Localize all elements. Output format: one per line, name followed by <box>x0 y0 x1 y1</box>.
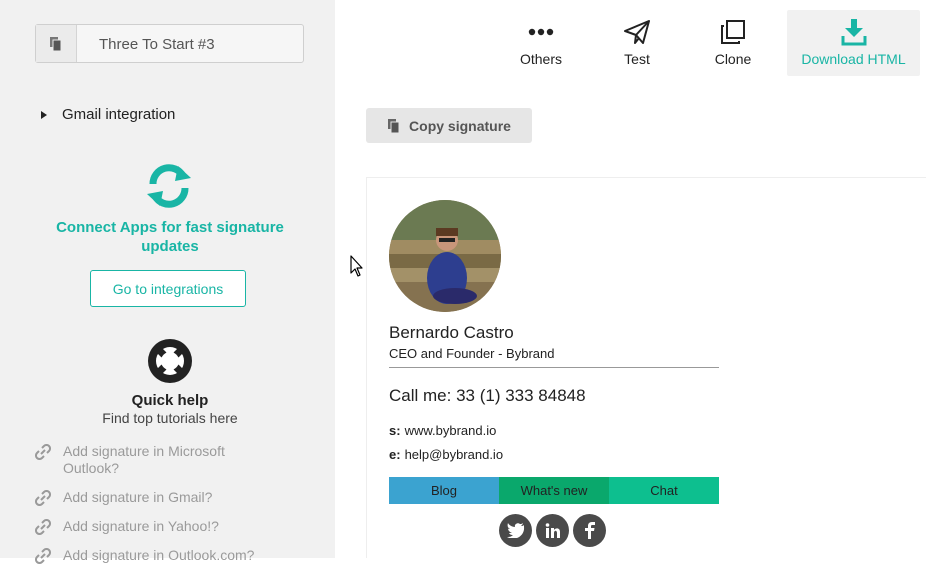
download-html-label: Download HTML <box>801 51 906 67</box>
signature-selector[interactable]: Three To Start #3 <box>35 24 304 63</box>
lifebuoy-icon <box>147 338 193 384</box>
quick-help-title: Quick help <box>131 392 209 409</box>
tutorial-label: Add signature in Yahoo!? <box>63 518 219 534</box>
whats-new-link[interactable]: What's new <box>499 477 609 504</box>
paper-plane-icon <box>623 18 651 46</box>
copy-icon <box>387 118 401 134</box>
chat-link[interactable]: Chat <box>609 477 719 504</box>
link-icon <box>35 490 51 506</box>
gmail-integration-toggle[interactable]: Gmail integration <box>41 106 175 123</box>
copy-icon[interactable] <box>36 25 77 62</box>
copy-signature-button[interactable]: Copy signature <box>366 108 532 143</box>
signature-email: e: help@bybrand.io <box>389 447 503 462</box>
facebook-icon[interactable] <box>573 514 606 547</box>
email-label: e: <box>389 447 401 462</box>
linkedin-icon[interactable] <box>536 514 569 547</box>
signature-name: Bernardo Castro <box>389 323 514 342</box>
avatar <box>389 200 501 312</box>
link-icon <box>35 444 51 460</box>
tutorial-link[interactable]: Add signature in Microsoft Outlook? <box>35 443 315 477</box>
clone-icon <box>720 18 746 46</box>
tutorial-list: Add signature in Microsoft Outlook? Add … <box>35 443 315 576</box>
caret-right-icon <box>41 110 47 119</box>
tutorial-label: Add signature in Gmail? <box>63 489 213 505</box>
main-panel: Others Test Clone Download HTML Copy sig… <box>335 0 926 558</box>
tutorial-link[interactable]: Add signature in Gmail? <box>35 489 315 506</box>
clone-button[interactable]: Clone <box>697 10 769 76</box>
signature-banner-links: Blog What's new Chat <box>389 477 719 504</box>
signature-website: s: www.bybrand.io <box>389 423 496 438</box>
website-value[interactable]: www.bybrand.io <box>405 423 497 438</box>
signature-title: CEO and Founder - Bybrand <box>389 346 555 361</box>
website-label: s: <box>389 423 401 438</box>
tutorial-label: Add signature in Microsoft Outlook? <box>63 443 225 476</box>
tutorial-link[interactable]: Add signature in Outlook.com? <box>35 547 315 564</box>
email-value[interactable]: help@bybrand.io <box>405 447 503 462</box>
sync-icon <box>145 162 193 210</box>
signature-phone: Call me: 33 (1) 333 84848 <box>389 386 586 405</box>
link-icon <box>35 519 51 535</box>
link-icon <box>35 548 51 564</box>
go-to-integrations-button[interactable]: Go to integrations <box>90 270 246 307</box>
clone-label: Clone <box>714 51 752 67</box>
twitter-icon[interactable] <box>499 514 532 547</box>
signature-preview: Bernardo Castro CEO and Founder - Bybran… <box>366 177 926 558</box>
download-icon <box>841 18 867 46</box>
tutorial-label: Add signature in Outlook.com? <box>63 547 255 563</box>
test-label: Test <box>624 51 650 67</box>
social-links <box>499 514 610 547</box>
signature-name: Three To Start #3 <box>99 36 215 53</box>
copy-signature-label: Copy signature <box>409 117 511 134</box>
connect-apps-text: Connect Apps for fast signature updates <box>56 219 284 255</box>
others-button[interactable]: Others <box>505 10 577 76</box>
more-dots-icon <box>528 18 554 46</box>
tutorial-link[interactable]: Add signature in Yahoo!? <box>35 518 315 535</box>
sidebar: Three To Start #3 Gmail integration Conn… <box>0 0 335 564</box>
blog-link[interactable]: Blog <box>389 477 499 504</box>
download-html-button[interactable]: Download HTML <box>787 10 920 76</box>
test-button[interactable]: Test <box>601 10 673 76</box>
divider <box>389 367 719 368</box>
gmail-integration-label: Gmail integration <box>62 106 176 123</box>
others-label: Others <box>519 51 562 67</box>
quick-help-subtitle: Find top tutorials here <box>102 410 238 426</box>
mouse-cursor-icon <box>350 255 363 277</box>
